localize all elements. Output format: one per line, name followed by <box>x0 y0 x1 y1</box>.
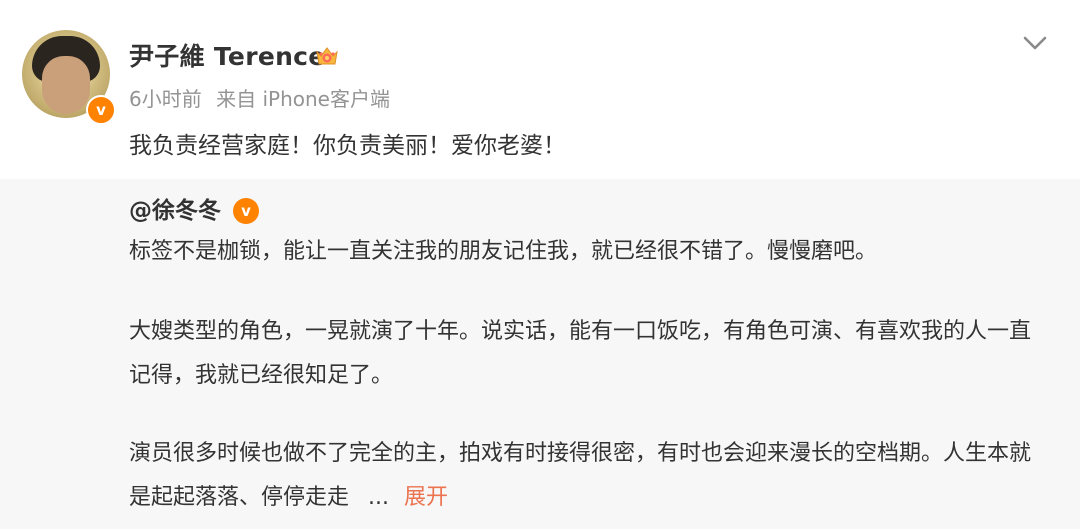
repost-paragraph: 标签不是枷锁，能让一直关注我的朋友记住我，就已经很不错了。慢慢磨吧。 <box>129 239 878 264</box>
mention-link[interactable]: @徐冬冬 <box>129 198 221 224</box>
post-meta: 6小时前 来自 iPhone客户端 <box>129 84 390 114</box>
weibo-post-card: v 尹子維 Terence 6小时前 来自 iPhone客户端 我负责经营家庭！… <box>0 0 1080 529</box>
post-source: 来自 iPhone客户端 <box>216 87 390 111</box>
crown-vip-icon[interactable] <box>313 42 341 70</box>
post-time: 6小时前 <box>129 87 202 111</box>
verified-badge-icon: v <box>233 198 259 224</box>
ellipsis: ... <box>368 485 389 510</box>
repost-author: @徐冬冬 <box>129 195 221 227</box>
repost-paragraph: 演员很多时候也做不了完全的主，拍戏有时接得很密，有时也会迎来漫长的空档期。人生本… <box>129 432 1049 520</box>
repost-paragraph-text: 演员很多时候也做不了完全的主，拍戏有时接得很密，有时也会迎来漫长的空档期。人生本… <box>129 441 1032 510</box>
username[interactable]: 尹子維 Terence <box>129 38 326 76</box>
post-text: 我负责经营家庭！你负责美丽！爱你老婆！ <box>129 133 566 159</box>
expand-link[interactable]: 展开 <box>404 485 448 510</box>
verified-badge-icon: v <box>86 95 116 125</box>
chevron-down-icon[interactable] <box>1020 32 1050 54</box>
avatar-face <box>42 56 90 114</box>
repost-paragraph: 大嫂类型的角色，一晃就演了十年。说实话，能有一口饭吃，有角色可演、有喜欢我的人一… <box>129 319 1032 388</box>
